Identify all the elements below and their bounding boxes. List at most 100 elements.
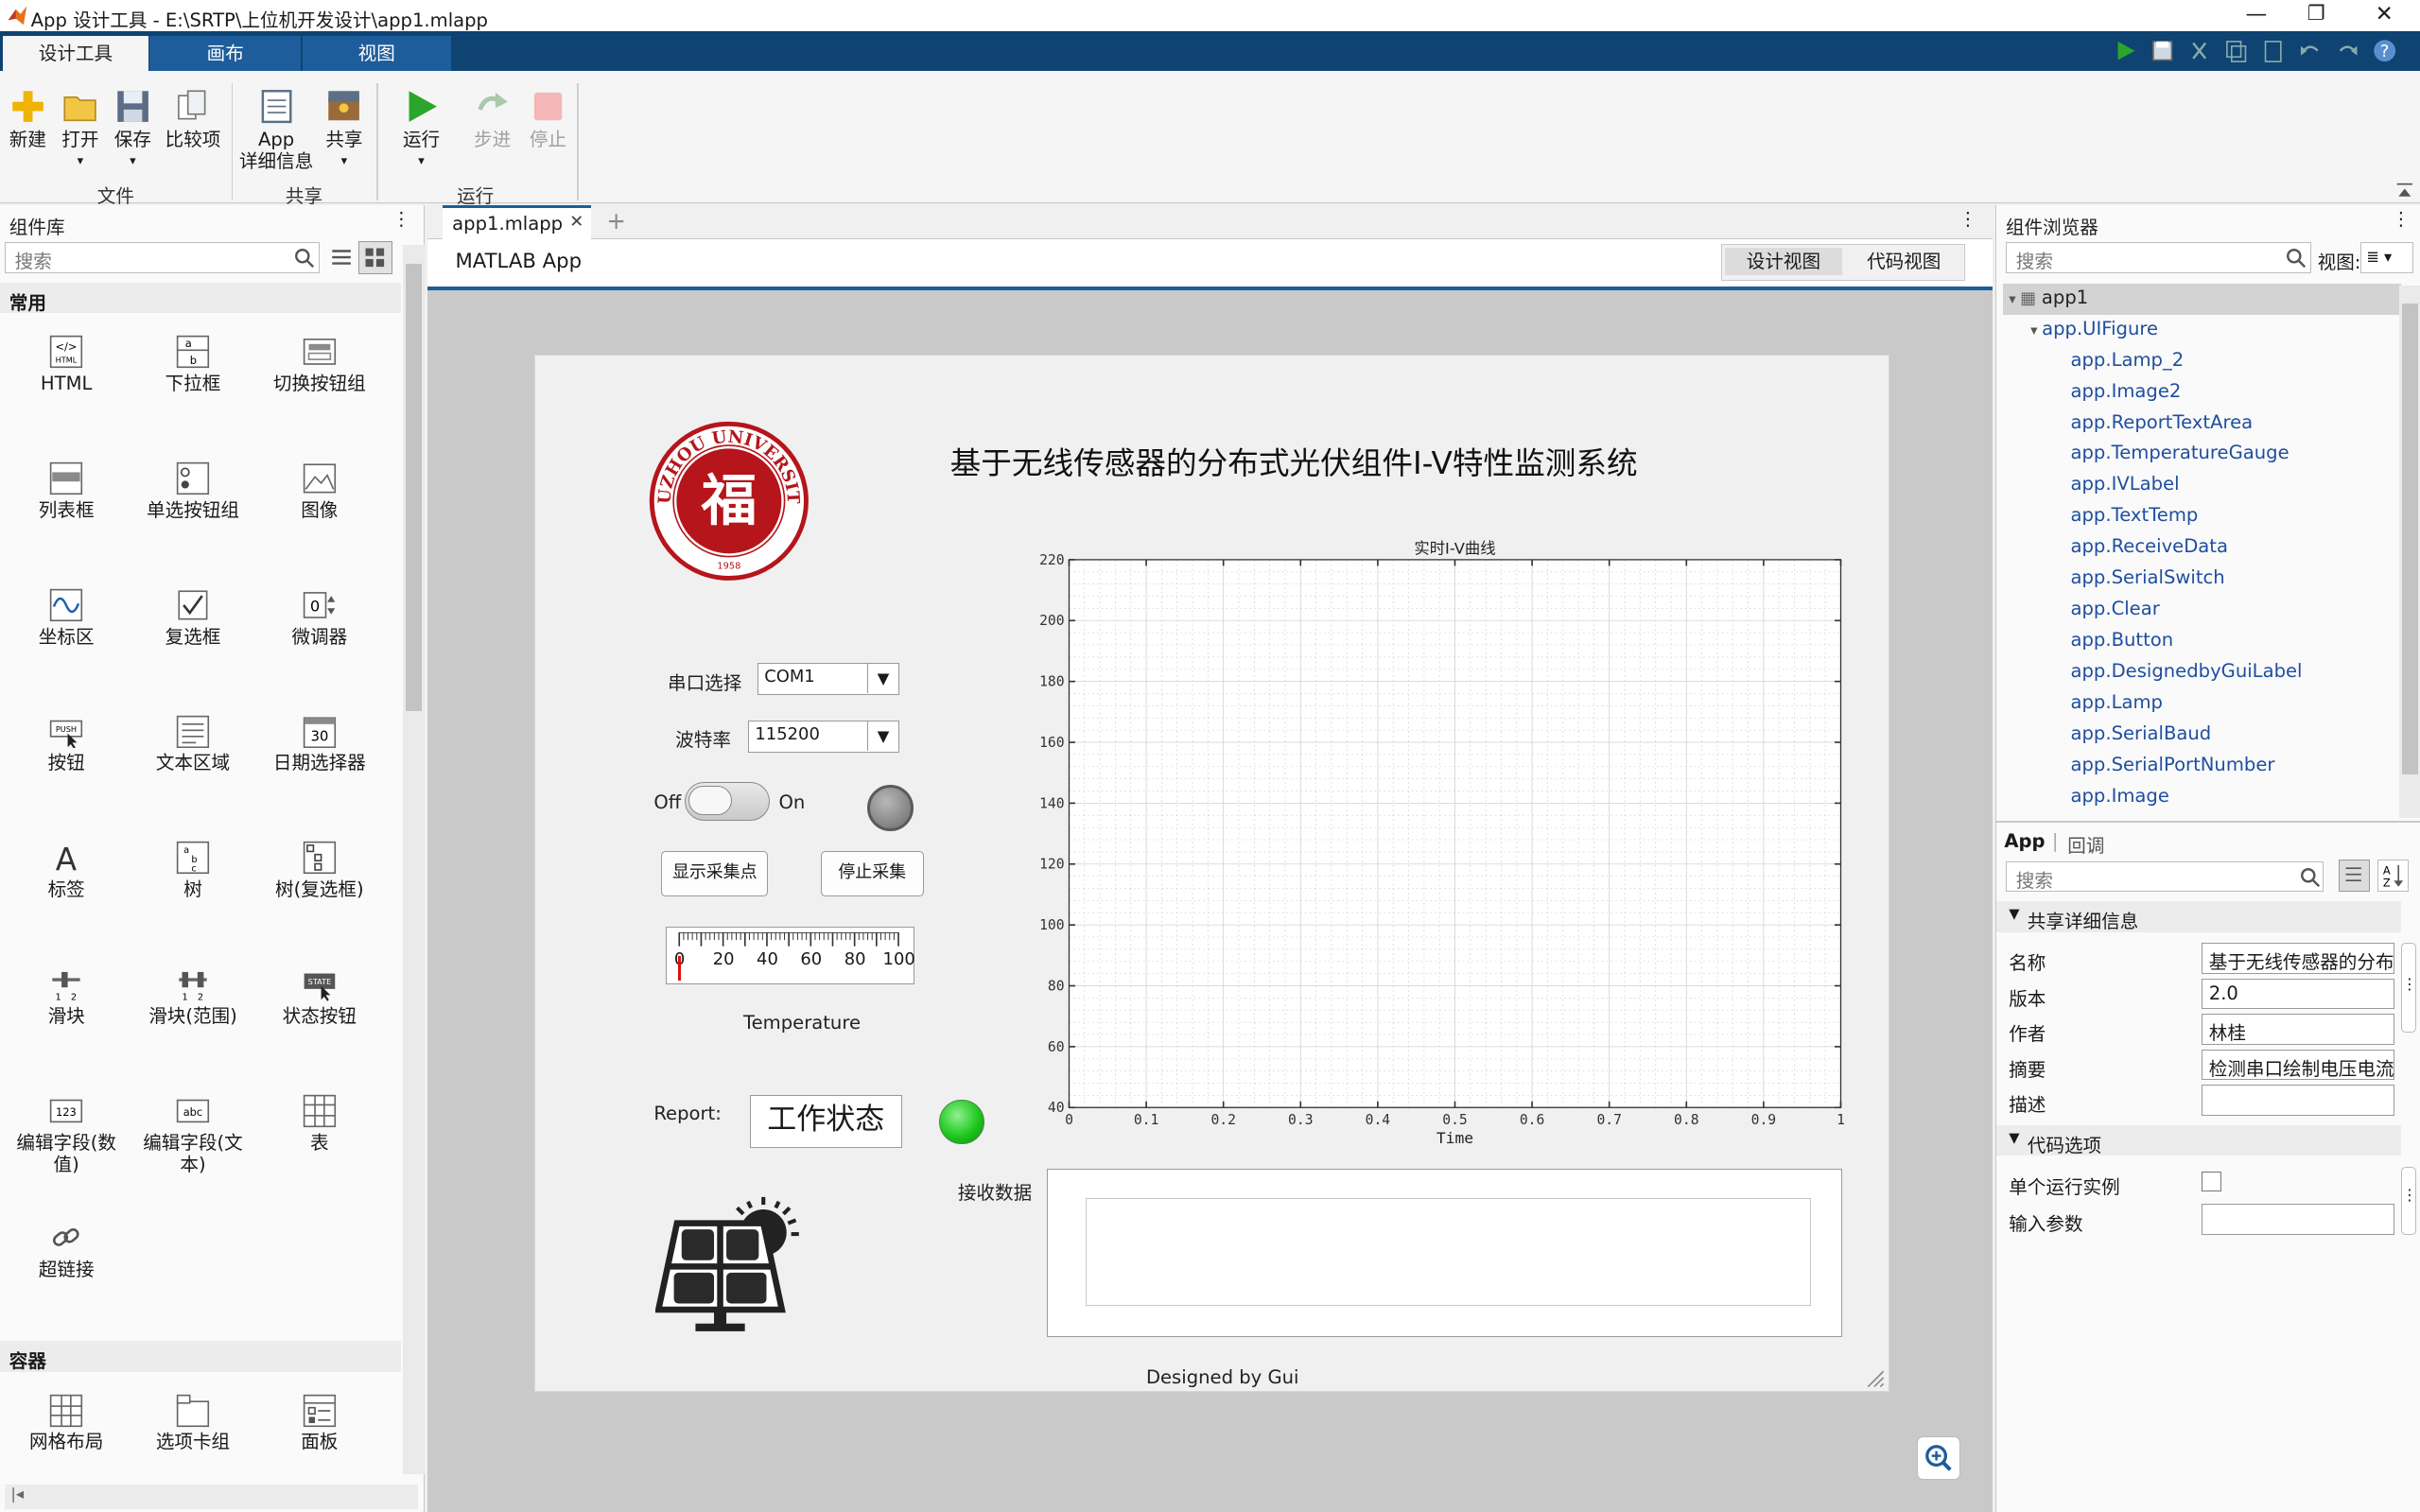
library-menu-icon[interactable]: ⋮ <box>392 208 411 230</box>
component-panel[interactable]: 面板 <box>256 1394 383 1454</box>
component-tree[interactable]: abc 树 <box>130 841 256 901</box>
tree-node[interactable]: ▾ ▦ app1 <box>2009 283 2088 314</box>
grid-view-button[interactable] <box>357 240 392 275</box>
zoom-button[interactable] <box>1916 1436 1960 1481</box>
code-view-button[interactable]: 代码视图 <box>1845 248 1962 275</box>
group-view-button[interactable] <box>2339 860 2371 893</box>
component-button[interactable]: PUSH 按钮 <box>3 715 130 775</box>
single-instance-checkbox[interactable] <box>2202 1171 2222 1191</box>
receive-data-panel[interactable] <box>1047 1169 1842 1338</box>
component-table[interactable]: 表 <box>256 1094 383 1155</box>
serial-port-dropdown[interactable]: COM1 ▼ <box>757 663 899 696</box>
library-search-input[interactable]: 搜索 <box>4 242 320 273</box>
minimize-button[interactable]: — <box>2246 2 2268 26</box>
tree-node[interactable]: app.SerialBaud <box>2071 719 2212 750</box>
section-share-header[interactable]: ▼ 共享详细信息 <box>1996 901 2401 932</box>
component-image[interactable]: 图像 <box>256 461 383 522</box>
browser-search-input[interactable]: 搜索 <box>2005 242 2312 273</box>
view-dropdown[interactable]: ≣ ▾ <box>2360 242 2413 273</box>
copy-quick-icon[interactable] <box>2222 37 2250 64</box>
close-window-button[interactable]: ✕ <box>2376 2 2394 26</box>
stop-capture-button[interactable]: 停止采集 <box>820 851 924 896</box>
redo-quick-icon[interactable] <box>2334 37 2361 64</box>
component-checkbox[interactable]: 复选框 <box>130 588 256 649</box>
name-field[interactable]: 基于无线传感器的分布式 <box>2202 943 2395 974</box>
inspector-tab-callback[interactable]: 回调 <box>2067 830 2104 858</box>
tree-node[interactable]: app.Button <box>2071 625 2174 656</box>
receive-data-textarea[interactable] <box>1085 1197 1811 1307</box>
component-hyperlink[interactable]: 超链接 <box>3 1221 130 1281</box>
inspector-tab-app[interactable]: App <box>2004 830 2045 852</box>
version-field[interactable]: 2.0 <box>2202 978 2395 1010</box>
open-button[interactable]: 打开 ▾ <box>59 88 102 173</box>
description-field[interactable] <box>2202 1085 2395 1116</box>
input-args-field[interactable] <box>2202 1203 2395 1235</box>
dropdown-arrow-icon[interactable]: ▼ <box>867 721 898 751</box>
app-figure[interactable]: FUZHOU UNIVERSITY 福 1958 基于无线传感器的分布式光伏组件… <box>533 355 1889 1393</box>
component-radio-group[interactable]: 单选按钮组 <box>130 461 256 522</box>
library-hscrollbar[interactable]: |◂ <box>4 1484 419 1510</box>
component-state-button[interactable]: STATE 状态按钮 <box>256 967 383 1028</box>
component-text-field[interactable]: abc 编辑字段(文 本) <box>130 1094 256 1175</box>
tree-node[interactable]: app.SerialSwitch <box>2071 563 2225 594</box>
university-logo[interactable]: FUZHOU UNIVERSITY 福 1958 <box>649 421 810 582</box>
tree-node[interactable]: app.Lamp <box>2071 687 2163 719</box>
sort-az-button[interactable]: AZ <box>2377 860 2409 893</box>
tree-node[interactable]: app.Image <box>2071 781 2169 812</box>
component-range-slider[interactable]: 1 2 滑块(范围) <box>130 967 256 1028</box>
tree-expand-icon[interactable]: ▾ <box>2009 291 2020 307</box>
component-dropdown[interactable]: a b 下拉框 <box>130 335 256 395</box>
save-button[interactable]: 保存 ▾ <box>112 88 155 173</box>
serial-switch[interactable] <box>684 781 770 821</box>
doc-menu-icon[interactable]: ⋮ <box>1959 208 1977 230</box>
solar-panel-image[interactable] <box>654 1192 800 1334</box>
component-textarea[interactable]: 文本区域 <box>130 715 256 775</box>
tree-node[interactable]: app.SerialPortNumber <box>2071 750 2275 781</box>
more-options-icon[interactable]: ⋮ <box>2400 943 2417 1033</box>
component-html[interactable]: </> HTML HTML <box>3 335 130 395</box>
list-view-icon[interactable] <box>329 245 354 269</box>
tree-node[interactable]: ▾ app.UIFigure <box>2030 314 2158 345</box>
tree-node[interactable]: app.ReportTextArea <box>2071 408 2254 439</box>
app-details-button[interactable]: App 详细信息 <box>239 88 313 173</box>
add-tab-icon[interactable]: + <box>606 207 626 235</box>
browser-menu-icon[interactable]: ⋮ <box>2392 208 2411 230</box>
tree-node[interactable]: app.TemperatureGauge <box>2071 438 2289 469</box>
component-label-widget[interactable]: A 标签 <box>3 841 130 901</box>
switch-knob[interactable] <box>688 786 732 816</box>
library-scrollbar[interactable] <box>402 245 425 1474</box>
component-grid-layout[interactable]: 网格布局 <box>3 1394 130 1454</box>
help-icon[interactable]: ? <box>2371 37 2398 64</box>
tab-designer[interactable]: 设计工具 <box>3 35 148 72</box>
iv-chart[interactable]: 0 0.1 0.2 0.3 0.4 0.5 0.6 0.7 0.8 0.9 140608010012… <box>1017 526 1850 1143</box>
component-axes[interactable]: 坐标区 <box>3 588 130 649</box>
tree-node[interactable]: app.Image2 <box>2071 376 2182 408</box>
tree-node[interactable]: app.DesignedbyGuiLabel <box>2071 656 2303 687</box>
scrollbar-thumb[interactable] <box>2402 304 2418 775</box>
resize-grip-icon[interactable] <box>1865 1368 1887 1390</box>
save-quick-icon[interactable] <box>2149 37 2176 64</box>
tree-node[interactable]: app.TextTemp <box>2071 500 2199 531</box>
baud-rate-dropdown[interactable]: 115200 ▼ <box>747 720 899 753</box>
tree-node[interactable]: app.ReceiveData <box>2071 531 2228 563</box>
undo-quick-icon[interactable] <box>2296 37 2324 64</box>
component-numeric-field[interactable]: 123 编辑字段(数 值) <box>3 1094 130 1175</box>
stop-button[interactable]: 停止 <box>525 88 571 151</box>
browser-scrollbar[interactable] <box>2399 285 2420 818</box>
tree-node[interactable]: app.Lamp_2 <box>2071 345 2185 376</box>
component-slider[interactable]: 1 2 滑块 <box>3 967 130 1028</box>
show-points-button[interactable]: 显示采集点 <box>661 851 769 896</box>
run-quick-icon[interactable] <box>2112 37 2139 64</box>
summary-field[interactable]: 检测串口绘制电压电流 <box>2202 1049 2395 1081</box>
component-checkbox-tree[interactable]: 树(复选框) <box>256 841 383 901</box>
tab-canvas[interactable]: 画布 <box>149 35 302 72</box>
component-listbox[interactable]: 列表框 <box>3 461 130 522</box>
step-button[interactable]: 步进 <box>469 88 515 151</box>
run-button[interactable]: 运行 ▾ <box>398 88 444 173</box>
share-button[interactable]: 共享 ▾ <box>321 88 367 173</box>
restore-button[interactable]: ❐ <box>2307 2 2325 26</box>
component-tab-group[interactable]: 选项卡组 <box>130 1394 256 1454</box>
tree-node[interactable]: app.Clear <box>2071 594 2160 625</box>
component-spinner[interactable]: 0 微调器 <box>256 588 383 649</box>
report-textarea[interactable]: 工作状态 <box>749 1095 903 1148</box>
